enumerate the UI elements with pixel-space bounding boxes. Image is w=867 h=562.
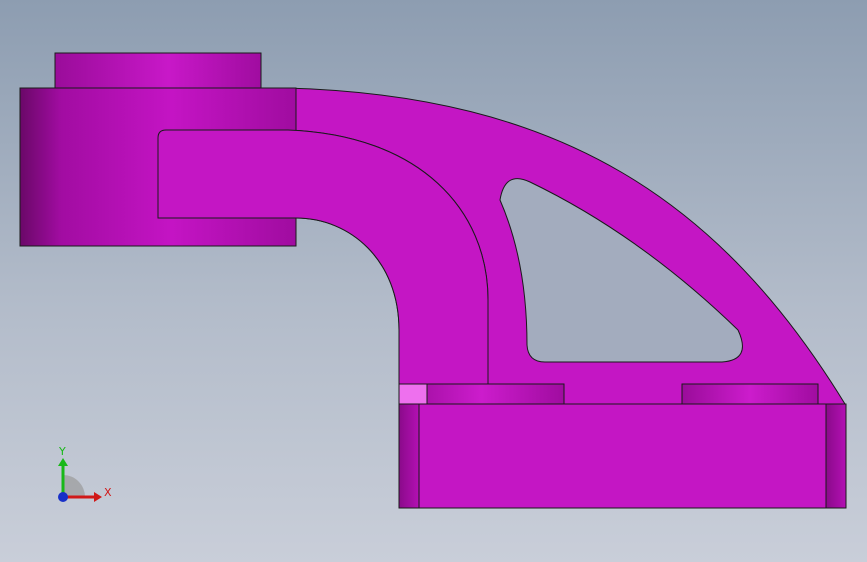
x-axis-label: X: [104, 486, 112, 499]
orientation-triad[interactable]: X Y: [48, 440, 118, 510]
right-pad: [681, 383, 819, 405]
top-boss: [54, 52, 262, 89]
z-axis-icon: [58, 492, 68, 502]
base-left-side: [398, 403, 420, 509]
y-axis-label: Y: [58, 445, 66, 458]
base-block: [398, 403, 847, 509]
graphics-viewport[interactable]: X Y: [0, 0, 867, 562]
part-model[interactable]: [0, 0, 867, 562]
x-arrow-icon: [94, 492, 102, 502]
left-pad-highlight: [398, 383, 428, 405]
y-arrow-icon: [58, 458, 68, 466]
base-right-side: [825, 403, 847, 509]
